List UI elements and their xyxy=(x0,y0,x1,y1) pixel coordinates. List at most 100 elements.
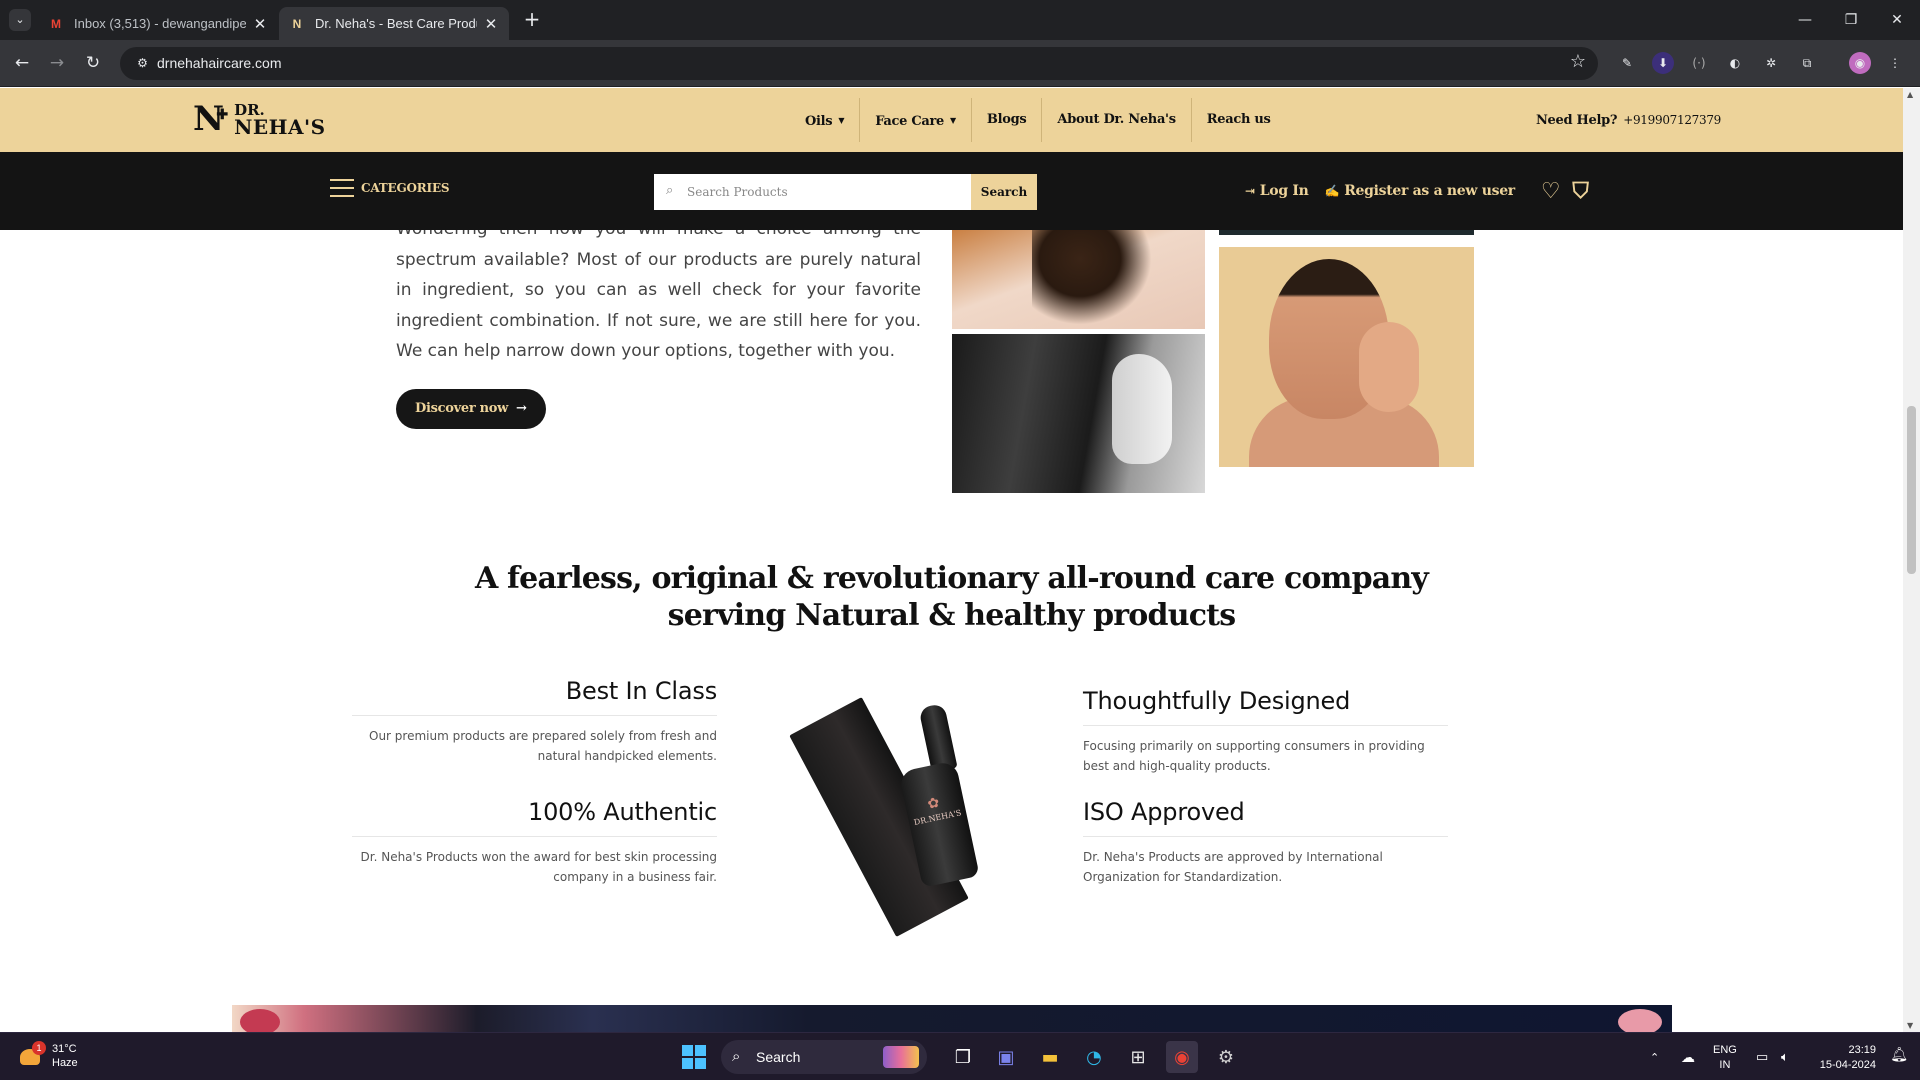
language-indicator[interactable]: ENG IN xyxy=(1713,1043,1737,1073)
onedrive-cloud-icon[interactable]: ☁ xyxy=(1681,1033,1695,1080)
eyedropper-extension-icon[interactable]: ✎ xyxy=(1616,52,1638,74)
notification-bell-icon[interactable]: 🔔︎ xyxy=(1890,1047,1908,1063)
teams-icon[interactable]: ▣ xyxy=(990,1041,1022,1073)
network-icon[interactable]: ▭ xyxy=(1756,1033,1768,1080)
menu-kebab-icon[interactable]: ⋮ xyxy=(1884,52,1906,74)
task-view-icon[interactable]: ❐ xyxy=(947,1041,979,1073)
logo-wordmark: DR. NEHA'S xyxy=(234,101,326,139)
settings-gear-icon[interactable]: ⚙ xyxy=(1210,1041,1242,1073)
search-input[interactable] xyxy=(654,174,971,210)
arrow-right-icon: → xyxy=(516,401,527,416)
tab-search-button[interactable]: ⌄ xyxy=(9,9,31,31)
user-add-icon: ✍ xyxy=(1324,184,1340,198)
close-tab-icon[interactable]: ✕ xyxy=(252,15,268,33)
nav-item-oils[interactable]: Oils ▼ xyxy=(790,98,861,142)
back-icon[interactable]: ← xyxy=(10,51,34,75)
reload-icon[interactable]: ↻ xyxy=(81,51,105,75)
settings-extension-icon[interactable]: ✲ xyxy=(1760,52,1782,74)
bookmark-star-icon[interactable]: ☆ xyxy=(1570,51,1586,72)
main-navigation: Oils ▼ Face Care ▼ Blogs About Dr. Neha's … xyxy=(790,98,1286,142)
system-clock[interactable]: 23:19 15-04-2024 xyxy=(1820,1043,1876,1073)
woman-hair-image xyxy=(952,334,1205,493)
register-link[interactable]: ✍ Register as a new user xyxy=(1324,183,1516,199)
feature-text: Our premium products are prepared solely… xyxy=(369,729,717,763)
show-hidden-icons[interactable]: ⌃ xyxy=(1650,1033,1659,1080)
extension-icon[interactable]: (·) xyxy=(1688,52,1710,74)
weather-sun-icon: 1 xyxy=(18,1041,46,1069)
feature-title: ISO Approved xyxy=(1083,798,1448,837)
help-contact[interactable]: Need Help? +919907127379 xyxy=(1536,88,1721,153)
weather-temp: 31°C xyxy=(52,1043,77,1055)
tab-dr-neha[interactable]: N Dr. Neha's - Best Care Products ✕ xyxy=(279,7,509,40)
feature-thoughtfully-designed: Thoughtfully Designed Focusing primarily… xyxy=(1083,687,1448,776)
search-icon: ⌕ xyxy=(732,1048,741,1065)
tab-title: Dr. Neha's - Best Care Products xyxy=(315,16,477,31)
shopping-bag-icon[interactable]: ⛉ xyxy=(1572,178,1589,204)
promo-banner xyxy=(232,1005,1672,1032)
tab-title: Inbox (3,513) - dewangandipen xyxy=(74,16,246,31)
help-phone[interactable]: +919907127379 xyxy=(1623,113,1721,127)
edge-icon[interactable]: ◔ xyxy=(1078,1041,1110,1073)
search-button[interactable]: Search xyxy=(971,174,1037,210)
feature-text: Dr. Neha's Products won the award for be… xyxy=(360,850,717,884)
hair-oil-image xyxy=(952,230,1205,329)
login-link[interactable]: ⇥ Log In xyxy=(1245,183,1309,199)
page-scrollbar[interactable]: ▲ ▼ xyxy=(1903,88,1920,1032)
site-logo[interactable]: N ✚ DR. NEHA'S xyxy=(193,99,326,139)
site-top-header: N ✚ DR. NEHA'S Oils ▼ Face Care ▼ Blogs Abo… xyxy=(0,88,1903,152)
account-links: ⇥ Log In ✍ Register as a new user ♡ ⛉ xyxy=(1245,152,1601,230)
feature-title: Best In Class xyxy=(352,677,717,716)
store-icon[interactable]: ⊞ xyxy=(1122,1041,1154,1073)
tab-gmail[interactable]: M Inbox (3,513) - dewangandipen ✕ xyxy=(38,7,278,40)
hamburger-icon xyxy=(330,179,354,197)
download-extension-icon[interactable]: ⬇ xyxy=(1652,52,1674,74)
weather-desc: Haze xyxy=(52,1057,78,1069)
rose-decoration xyxy=(1618,1009,1662,1032)
start-button[interactable] xyxy=(678,1041,710,1073)
flower-logo-icon: ✿ xyxy=(926,794,941,813)
file-explorer-icon[interactable]: ▬ xyxy=(1034,1041,1066,1073)
page-content: Wondering then how you will make a choic… xyxy=(0,230,1903,1032)
discover-now-button[interactable]: Discover now → xyxy=(396,389,546,429)
product-search: ⌕ Search xyxy=(654,174,1037,210)
feature-text: Dr. Neha's Products are approved by Inte… xyxy=(1083,850,1383,884)
taskbar-search[interactable]: ⌕ Search xyxy=(721,1040,927,1074)
categories-menu-button[interactable]: CATEGORIES xyxy=(330,179,450,197)
restore-icon[interactable]: ❐ xyxy=(1828,0,1874,40)
feature-text: Focusing primarily on supporting consume… xyxy=(1083,739,1425,773)
omnibox[interactable]: ⚙ drnehahaircare.com ☆ xyxy=(120,47,1598,80)
scrollbar-thumb[interactable] xyxy=(1907,406,1916,574)
close-tab-icon[interactable]: ✕ xyxy=(483,15,499,33)
volume-icon[interactable]: 🔈︎ xyxy=(1781,1033,1789,1080)
weather-widget[interactable]: 1 31°C Haze xyxy=(18,1041,78,1070)
extensions-puzzle-icon[interactable]: ⧉ xyxy=(1796,52,1818,74)
caret-down-icon: ▼ xyxy=(950,115,956,125)
profile-avatar[interactable]: ◉ xyxy=(1849,52,1871,74)
browser-tab-strip: ⌄ M Inbox (3,513) - dewangandipen ✕ N Dr… xyxy=(0,0,1920,40)
minimize-icon[interactable]: — xyxy=(1782,0,1828,40)
wishlist-heart-icon[interactable]: ♡ xyxy=(1541,178,1561,204)
close-window-icon[interactable]: ✕ xyxy=(1874,0,1920,40)
intro-paragraph: Wondering then how you will make a choic… xyxy=(396,230,921,361)
logo-mark: N ✚ xyxy=(193,99,229,139)
scroll-up-icon[interactable]: ▲ xyxy=(1907,90,1913,99)
feature-title: Thoughtfully Designed xyxy=(1083,687,1448,726)
forward-icon[interactable]: → xyxy=(45,51,69,75)
site-info-icon[interactable]: ⚙ xyxy=(134,55,151,72)
nav-item-blogs[interactable]: Blogs xyxy=(972,98,1043,142)
nav-item-reach-us[interactable]: Reach us xyxy=(1192,98,1286,142)
feature-iso-approved: ISO Approved Dr. Neha's Products are app… xyxy=(1083,798,1448,887)
address-bar: ← → ↻ ⚙ drnehahaircare.com ☆ ✎ ⬇ (·) ◐ ✲… xyxy=(0,40,1920,87)
login-icon: ⇥ xyxy=(1245,184,1255,198)
search-icon: ⌕ xyxy=(666,183,674,198)
scroll-down-icon[interactable]: ▼ xyxy=(1907,1021,1913,1030)
new-tab-button[interactable]: + xyxy=(520,8,544,32)
nav-item-face-care[interactable]: Face Care ▼ xyxy=(860,98,972,142)
url-text[interactable]: drnehahaircare.com xyxy=(157,47,282,80)
feature-best-in-class: Best In Class Our premium products are p… xyxy=(352,677,717,766)
notification-badge: 1 xyxy=(32,1041,46,1055)
chrome-icon[interactable]: ◉ xyxy=(1166,1041,1198,1073)
dark-mode-extension-icon[interactable]: ◐ xyxy=(1724,52,1746,74)
nav-item-about[interactable]: About Dr. Neha's xyxy=(1042,98,1192,142)
serum-bottle-image: ✿ DR.NEHA'S xyxy=(789,673,1000,943)
